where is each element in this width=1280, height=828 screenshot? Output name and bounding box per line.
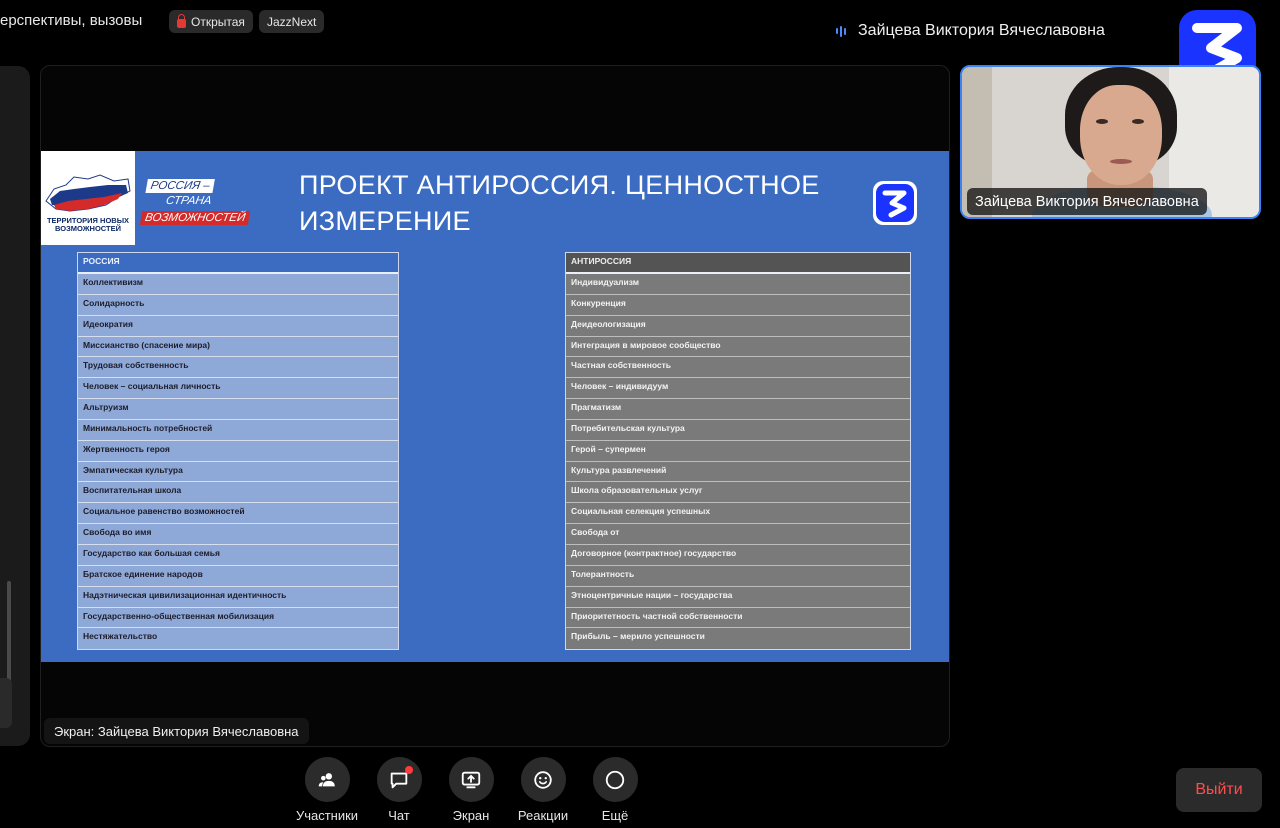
table-row: Человек – социальная личность [78,378,398,400]
table-row: Этноцентричные нации – государства [566,587,910,608]
table-row: Социальное равенство возможностей [78,503,398,525]
screen-share-icon [461,771,481,788]
table-row: Человек – индивидуум [566,378,910,400]
table-row: Государственно-общественная мобилизация [78,608,398,629]
table-header: АНТИРОССИЯ [566,253,910,274]
russia-map-icon [45,174,131,212]
table-row: Эмпатическая культура [78,462,398,483]
audio-level-icon [836,25,846,37]
table-row: Идеократия [78,316,398,337]
table-row: Братское единение народов [78,566,398,587]
presentation-slide: ТЕРРИТОРИЯ НОВЫХ ВОЗМОЖНОСТЕЙ РОССИЯ – С… [41,151,949,662]
side-panel: ‹ [0,66,30,746]
russia-values-table: РОССИЯ Коллективизм Солидарность Идеокра… [77,252,399,651]
territory-logo: ТЕРРИТОРИЯ НОВЫХ ВОЗМОЖНОСТЕЙ [41,151,135,245]
table-row: Миссианство (спасение мира) [78,337,398,358]
more-control[interactable] [592,757,638,802]
table-row: Конкуренция [566,295,910,316]
notification-dot [404,766,413,774]
table-row: Прибыль – мерило успешности [571,631,705,642]
participant-video-tile[interactable]: Зайцева Виктория Вячеславовна [960,65,1261,219]
logo-caption: ТЕРРИТОРИЯ НОВЫХ ВОЗМОЖНОСТЕЙ [46,216,130,233]
table-header: РОССИЯ [78,253,398,274]
chat-button[interactable]: Чат [363,757,435,823]
antirussia-values-table: АНТИРОССИЯ Индивидуализм Конкуренция Деи… [565,252,911,651]
lock-icon [177,13,186,28]
table-row: Минимальность потребностей [78,420,398,441]
table-row: Надэтническая цивилизационная идентичнос… [78,587,398,608]
logo-z-icon [876,184,914,222]
table-row: Герой – супермен [566,441,910,462]
meeting-title: ерспективы, вызовы [0,12,143,29]
table-row: Коллективизм [78,274,398,295]
table-row: Культура развлечений [566,462,910,483]
slogan-line-1: РОССИЯ – [145,179,215,193]
chat-control[interactable] [376,757,422,802]
participants-control[interactable] [304,757,350,802]
participant-video [1096,119,1108,124]
screen-share-button[interactable]: Экран [435,757,507,823]
table-row: Прагматизм [566,399,910,420]
table-row: Социальная селекция успешных [566,503,910,525]
table-row: Государство как большая семья [78,545,398,566]
participant-video [1110,159,1132,164]
reactions-label: Реакции [517,808,569,823]
top-bar: ерспективы, вызовы Открытая JazzNext Зай… [0,0,1280,88]
side-panel-button[interactable] [0,678,12,728]
table-row: Договорное (контрактное) государство [566,545,910,566]
slogan-line-3: ВОЗМОЖНОСТЕЙ [139,211,251,225]
table-row: Трудовая собственность [78,357,398,379]
reactions-button[interactable]: Реакции [507,757,579,823]
more-button[interactable]: Ещё [579,757,651,823]
slogan: РОССИЯ – СТРАНА ВОЗМОЖНОСТЕЙ [139,176,259,226]
participants-label: Участники [295,808,359,823]
table-row: Деидеологизация [566,316,910,337]
table-row: Нестяжательство [83,631,158,642]
active-speaker-name: Зайцева Виктория Вячеславовна [858,22,1105,39]
table-row: Приоритетность частной собственности [566,608,910,629]
reactions-control[interactable] [520,757,566,802]
participant-video [1080,85,1162,185]
screen-share-label: Экран [452,808,490,823]
table-row: Толерантность [566,566,910,587]
room-type-badge[interactable]: Открытая [169,10,253,33]
table-row: Школа образовательных услуг [566,482,910,504]
more-icon [605,770,625,789]
screen-share-control[interactable] [448,757,494,802]
table-row: Альтруизм [78,399,398,420]
table-row: Частная собственность [566,357,910,379]
table-row: Жертвенность героя [78,441,398,462]
table-row: Воспитательная школа [78,482,398,504]
screen-share: ТЕРРИТОРИЯ НОВЫХ ВОЗМОЖНОСТЕЙ РОССИЯ – С… [40,65,950,747]
call-controls: Участники Чат Экран Реакции Ещё [291,757,651,823]
participant-name: Зайцева Виктория Вячеславовна [967,188,1207,215]
room-type-label: Открытая [191,14,245,29]
slogan-line-2: СТРАНА [164,195,213,207]
leave-call-button[interactable]: Выйти [1176,768,1262,812]
participants-button[interactable]: Участники [291,757,363,823]
chat-label: Чат [388,808,410,823]
smiley-icon [534,770,552,789]
table-row: Интеграция в мировое сообщество [566,337,910,358]
slide-title: ПРОЕКТ АНТИРОССИЯ. ЦЕННОСТНОЕ ИЗМЕРЕНИЕ [299,170,820,236]
participant-video [1132,119,1144,124]
table-row: Индивидуализм [566,274,910,295]
participants-icon [318,772,335,786]
table-row: Солидарность [78,295,398,316]
table-row: Свобода во имя [78,524,398,545]
slide-brand-logo [873,181,917,225]
active-speaker: Зайцева Виктория Вячеславовна [836,22,1105,40]
screen-owner-label: Экран: Зайцева Виктория Вячеславовна [44,718,309,744]
more-label: Ещё [601,808,629,823]
table-row: Свобода от [566,524,910,545]
app-badge[interactable]: JazzNext [259,10,325,33]
table-row: Потребительская культура [566,420,910,441]
